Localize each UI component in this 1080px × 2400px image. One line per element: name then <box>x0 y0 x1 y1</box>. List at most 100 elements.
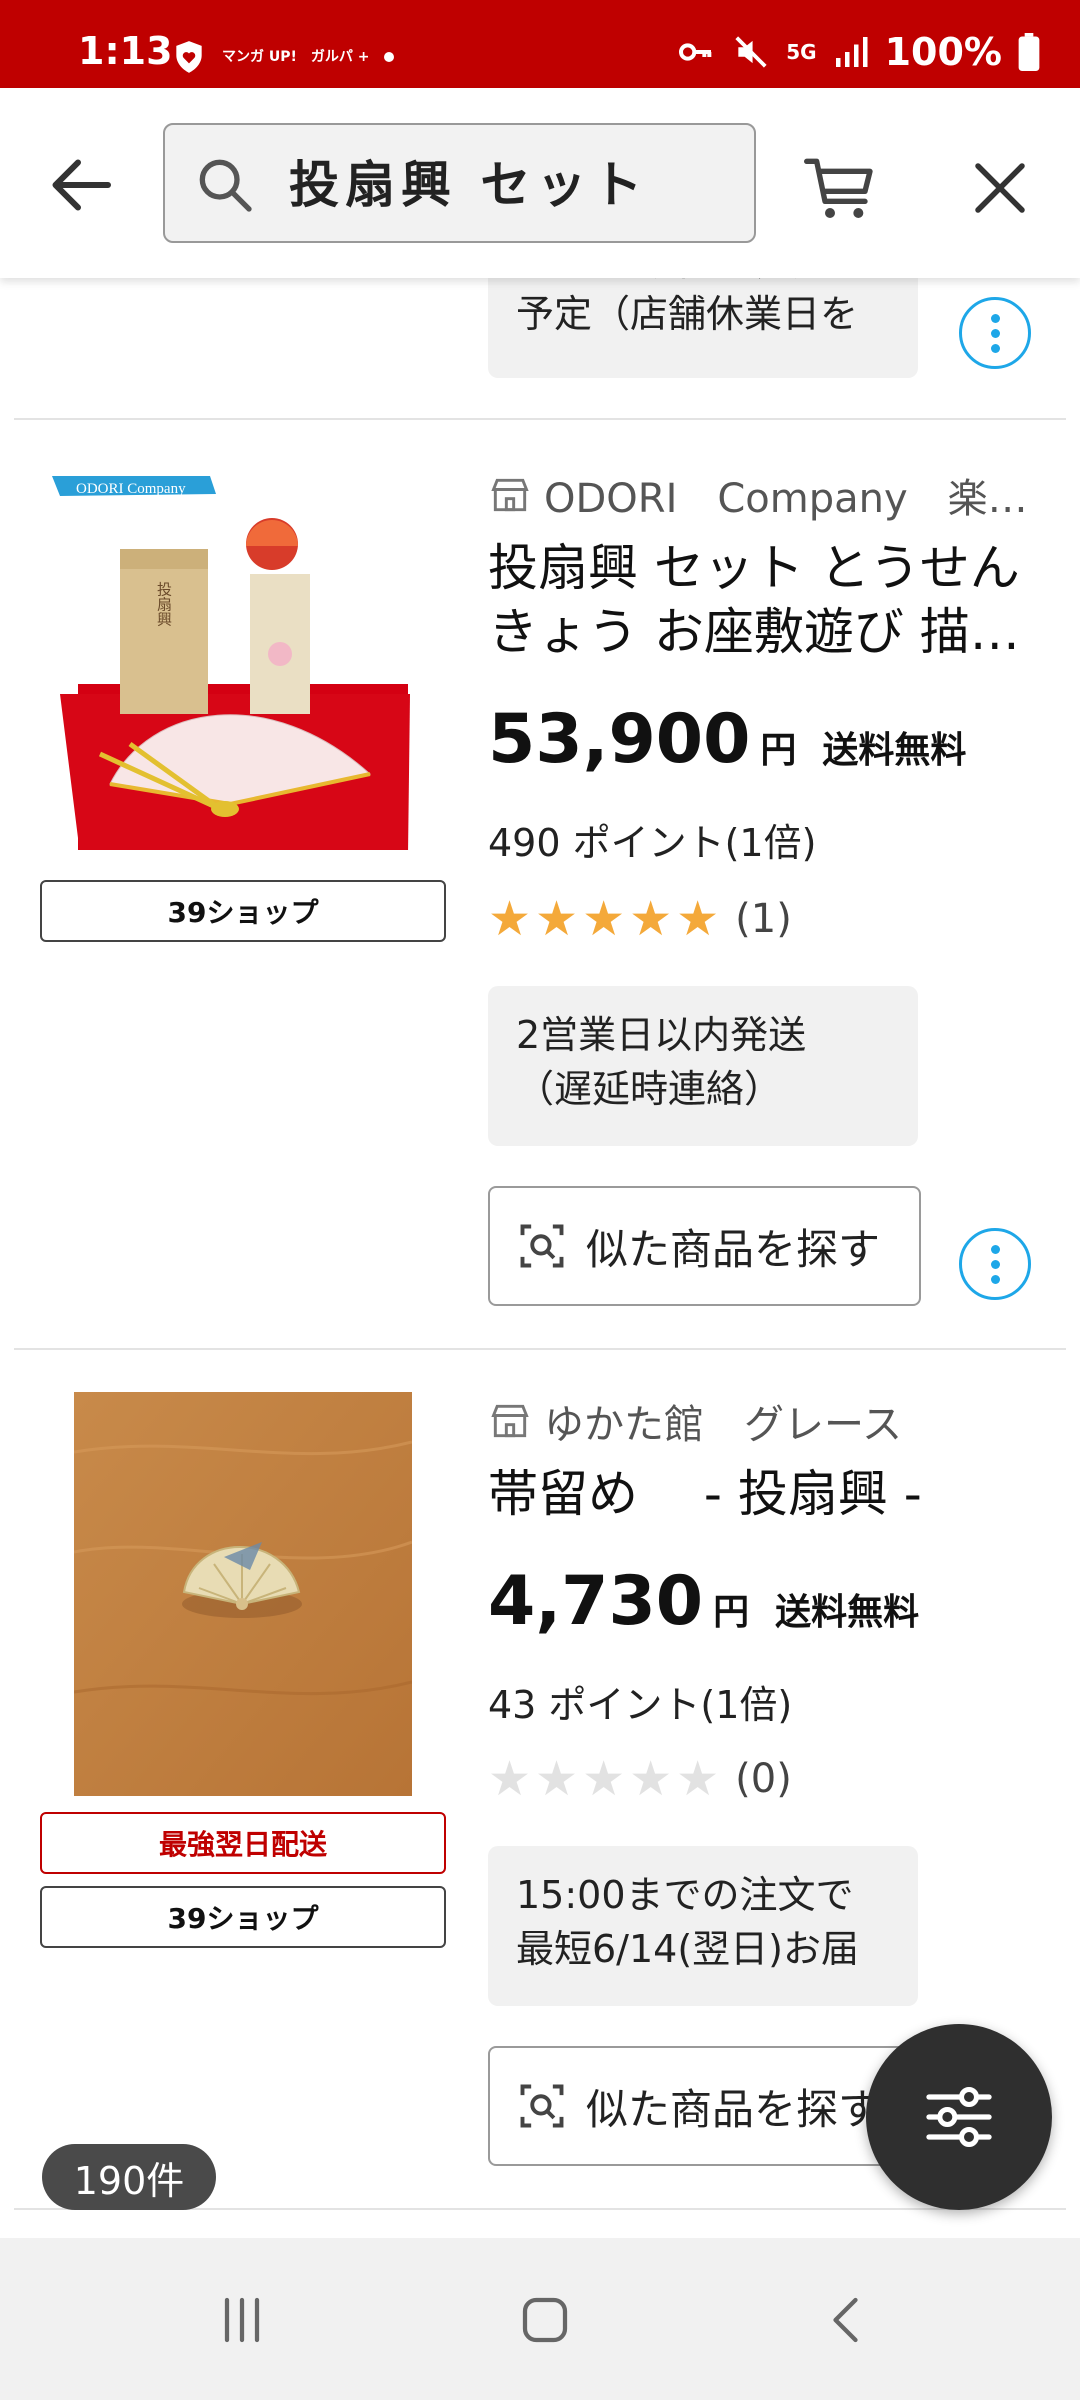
free-shipping-label: 送料無料 <box>775 1592 920 1633</box>
close-icon <box>975 163 1025 213</box>
battery-percentage: 100% <box>884 30 1002 74</box>
shop-icon <box>491 1404 529 1438</box>
points-label: 43 ポイント(1倍) <box>488 1683 793 1727</box>
star-filled-icon: ★ <box>488 891 532 947</box>
close-button[interactable] <box>955 143 1045 233</box>
price: 53,900 <box>488 700 751 779</box>
delivery-info: 2営業日以内発送 （遅延時連絡） <box>488 986 918 1146</box>
recent-apps-icon <box>224 2297 260 2343</box>
find-similar-label: 似た商品を探す <box>586 1224 881 1274</box>
find-similar-button[interactable]: 似た商品を探す <box>488 2046 921 2166</box>
review-count[interactable]: (0) <box>735 1759 792 1799</box>
result-count-badge: 190件 <box>42 2144 216 2210</box>
shop-name-row[interactable]: ゆかた館 グレース <box>488 1392 1028 1450</box>
star-empty-icon: ★ <box>535 1751 579 1807</box>
delivery-line-2: 最短6/14(翌日)お届 <box>516 1927 859 1971</box>
status-right-icons: 5G 100% <box>676 32 1040 72</box>
search-input[interactable]: 投扇興 セット <box>163 123 756 243</box>
filter-button[interactable] <box>866 2024 1052 2210</box>
star-filled-icon: ★ <box>582 891 626 947</box>
garupa-notification-icon: ガルパ + <box>310 49 370 65</box>
shop-name: ODORI Company 楽… <box>544 476 1028 522</box>
currency: 円 <box>713 1592 750 1633</box>
kebab-dot-icon <box>990 313 1000 323</box>
product-image[interactable] <box>74 1392 412 1796</box>
price-row: 53,900 円 送料無料 <box>488 706 966 774</box>
badge-fastest-next-day: 最強翌日配送 <box>40 1812 446 1874</box>
product-image[interactable]: ODORI Company 投扇興 <box>40 454 446 850</box>
previous-delivery-line-2: 予定（店舗休業日を <box>516 292 859 336</box>
back-button[interactable] <box>36 140 126 230</box>
star-empty-icon: ★ <box>676 1751 720 1807</box>
rating-stars: ★ ★ ★ ★ ★ (0) <box>488 1755 792 1803</box>
shop-icon <box>491 478 529 512</box>
search-query-text: 投扇興 セット <box>289 156 649 214</box>
delivery-line-1: 15:00までの注文で <box>516 1873 854 1917</box>
delivery-line-1: 2営業日以内発送 <box>516 1013 807 1057</box>
status-left-icons: マンガ UP! ガルパ + <box>170 38 394 76</box>
kebab-dot-icon <box>990 328 1000 338</box>
find-similar-button[interactable]: 似た商品を探す <box>488 1186 921 1306</box>
delivery-info: 15:00までの注文で 最短6/14(翌日)お届 <box>488 1846 918 2006</box>
key-icon <box>679 43 712 61</box>
delivery-line-2: （遅延時連絡） <box>516 1067 783 1111</box>
system-nav-bar <box>0 2238 1080 2400</box>
status-bar: 1:13 マンガ UP! ガルパ + 5G 100% <box>0 0 1080 88</box>
star-filled-icon: ★ <box>535 891 579 947</box>
product-title[interactable]: 投扇興 セット とうせんきょう お座敷遊び 描… <box>488 536 1038 664</box>
chevron-left-icon <box>833 2297 858 2343</box>
network-type-icon: 5G <box>786 40 817 64</box>
status-time: 1:13 <box>78 29 173 73</box>
product-image-fan-set: ODORI Company 投扇興 <box>40 454 446 850</box>
star-filled-icon: ★ <box>676 891 720 947</box>
image-search-icon <box>520 2084 564 2128</box>
shop-name: ゆかた館 グレース <box>544 1402 902 1448</box>
recent-apps-button[interactable] <box>182 2278 302 2362</box>
home-button[interactable] <box>485 2278 605 2362</box>
product-card[interactable]: ODORI Company 投扇興 39ショップ ODORI Company 楽… <box>0 420 1080 1350</box>
star-filled-icon: ★ <box>629 891 673 947</box>
rating-stars: ★ ★ ★ ★ ★ (1) <box>488 895 792 943</box>
image-search-icon <box>520 1224 564 1268</box>
free-shipping-label: 送料無料 <box>822 730 967 771</box>
signal-icon <box>835 37 868 67</box>
back-nav-button[interactable] <box>788 2278 908 2362</box>
currency: 円 <box>760 730 797 771</box>
kebab-dot-icon <box>990 1274 1000 1284</box>
previous-delivery-line-1: 1〜2日以内に発送 <box>516 278 890 288</box>
previous-more-options-button[interactable] <box>959 297 1031 369</box>
logo-text: ODORI Company <box>76 481 186 497</box>
cart-icon <box>804 158 873 218</box>
price-row: 4,730 円 送料無料 <box>488 1568 919 1636</box>
search-icon <box>199 159 252 212</box>
find-similar-label: 似た商品を探す <box>586 2084 881 2134</box>
shop-name-row[interactable]: ODORI Company 楽… <box>488 466 1028 524</box>
previous-product-partial: 1〜2日以内に発送 予定（店舗休業日を <box>0 278 1080 420</box>
mute-icon <box>735 36 767 68</box>
star-empty-icon: ★ <box>629 1751 673 1807</box>
star-empty-icon: ★ <box>582 1751 626 1807</box>
kebab-dot-icon <box>990 343 1000 353</box>
sliders-icon <box>926 2087 992 2147</box>
more-notifications-dot-icon <box>383 52 394 62</box>
shield-heart-icon <box>176 41 202 73</box>
search-header: 投扇興 セット <box>0 88 1080 278</box>
kebab-dot-icon <box>990 1259 1000 1269</box>
manga-up-notification-icon: マンガ UP! <box>222 49 297 65</box>
badge-39shop: 39ショップ <box>40 1886 446 1948</box>
product-title[interactable]: 帯留め - 投扇興 - <box>488 1462 1038 1526</box>
home-icon <box>522 2297 568 2343</box>
kebab-dot-icon <box>990 1244 1000 1254</box>
points-label: 490 ポイント(1倍) <box>488 821 817 865</box>
cart-button[interactable] <box>795 143 885 233</box>
previous-delivery-info: 1〜2日以内に発送 予定（店舗休業日を <box>488 278 918 378</box>
more-options-button[interactable] <box>959 1228 1031 1300</box>
battery-icon <box>1018 33 1040 71</box>
price: 4,730 <box>488 1562 704 1641</box>
star-empty-icon: ★ <box>488 1751 532 1807</box>
review-count[interactable]: (1) <box>735 899 792 939</box>
product-image-obidome <box>74 1392 412 1796</box>
box-text: 投扇興 <box>155 582 173 627</box>
arrow-left-icon <box>52 159 111 211</box>
badge-39shop: 39ショップ <box>40 880 446 942</box>
